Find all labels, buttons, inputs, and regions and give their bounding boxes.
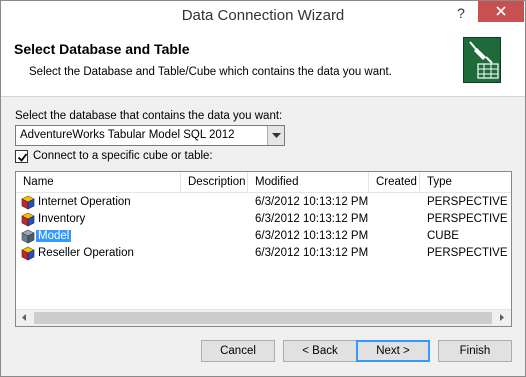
row-type: PERSPECTIVE xyxy=(427,196,508,208)
perspective-icon xyxy=(21,195,35,210)
help-button[interactable]: ? xyxy=(448,2,474,24)
page-description: Select the Database and Table/Cube which… xyxy=(29,66,392,78)
row-type: PERSPECTIVE xyxy=(427,213,508,225)
row-type: PERSPECTIVE xyxy=(427,247,508,259)
row-modified: 6/3/2012 10:13:12 PM xyxy=(255,196,369,208)
row-type: CUBE xyxy=(427,230,459,242)
row-name: Inventory xyxy=(38,213,86,225)
row-modified: 6/3/2012 10:13:12 PM xyxy=(255,213,369,225)
close-icon xyxy=(496,6,506,16)
database-selected-value: AdventureWorks Tabular Model SQL 2012 xyxy=(20,129,235,141)
row-name: Internet Operation xyxy=(38,196,131,208)
data-connection-icon xyxy=(463,37,501,83)
close-button[interactable] xyxy=(478,1,524,22)
row-name: Reseller Operation xyxy=(38,247,134,259)
column-header-modified[interactable]: Modified xyxy=(248,172,369,193)
connect-specific-checkbox[interactable] xyxy=(15,150,28,163)
column-header-description[interactable]: Description xyxy=(181,172,248,193)
list-header: Name Description Modified Created Type xyxy=(16,172,511,193)
database-select[interactable]: AdventureWorks Tabular Model SQL 2012 xyxy=(15,125,285,146)
scroll-right-button[interactable] xyxy=(494,310,511,326)
cancel-button[interactable]: Cancel xyxy=(201,340,275,362)
chevron-left-icon xyxy=(22,314,26,321)
connect-specific-label: Connect to a specific cube or table: xyxy=(33,150,213,162)
next-button[interactable]: Next > xyxy=(356,340,430,362)
column-header-type[interactable]: Type xyxy=(420,172,511,193)
column-header-name[interactable]: Name xyxy=(16,172,181,193)
page-title: Select Database and Table xyxy=(14,41,190,57)
perspective-icon xyxy=(21,246,35,261)
window-title: Data Connection Wizard xyxy=(181,7,345,24)
back-button[interactable]: < Back xyxy=(283,340,357,362)
cube-table-list[interactable]: Name Description Modified Created Type I… xyxy=(15,171,512,327)
list-row-reseller-operation[interactable]: Reseller Operation 6/3/2012 10:13:12 PM … xyxy=(16,245,511,262)
horizontal-scrollbar[interactable] xyxy=(16,309,511,326)
scrollbar-thumb[interactable] xyxy=(34,312,492,324)
perspective-icon xyxy=(21,212,35,227)
chevron-down-icon xyxy=(272,133,281,138)
scroll-left-button[interactable] xyxy=(16,310,33,326)
column-header-created[interactable]: Created xyxy=(369,172,420,193)
row-name-selected: Model xyxy=(36,230,72,242)
list-row-internet-operation[interactable]: Internet Operation 6/3/2012 10:13:12 PM … xyxy=(16,194,511,211)
checkmark-icon xyxy=(17,153,28,162)
list-row-model[interactable]: Model 6/3/2012 10:13:12 PM CUBE xyxy=(16,228,511,245)
list-row-inventory[interactable]: Inventory 6/3/2012 10:13:12 PM PERSPECTI… xyxy=(16,211,511,228)
title-bar: Data Connection Wizard ? xyxy=(1,1,525,32)
finish-button[interactable]: Finish xyxy=(438,340,512,362)
dropdown-button[interactable] xyxy=(267,126,284,145)
database-label: Select the database that contains the da… xyxy=(15,110,283,122)
row-modified: 6/3/2012 10:13:12 PM xyxy=(255,247,369,259)
wizard-header: Select Database and Table Select the Dat… xyxy=(1,32,525,97)
cube-icon xyxy=(21,229,35,244)
chevron-right-icon xyxy=(500,314,504,321)
row-modified: 6/3/2012 10:13:12 PM xyxy=(255,230,369,242)
data-connection-wizard-window: Data Connection Wizard ? Select Database… xyxy=(0,0,526,377)
